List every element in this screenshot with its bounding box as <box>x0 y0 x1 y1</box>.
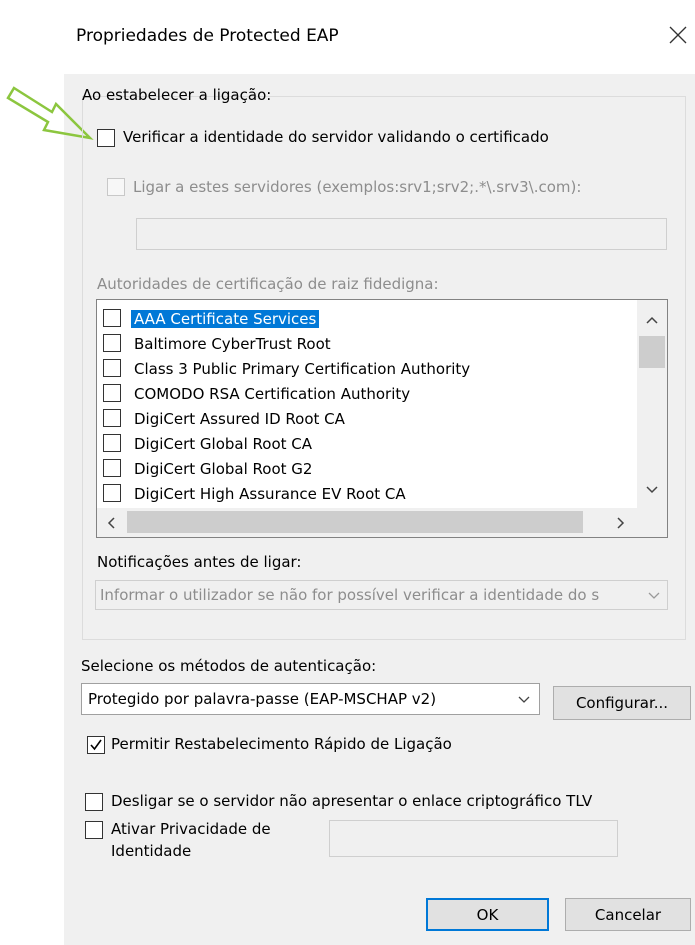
window-title: Propriedades de Protected EAP <box>76 26 339 46</box>
fast-reconnect-checkbox[interactable] <box>87 736 105 754</box>
list-item-label: AAA Certificate Services <box>131 310 320 328</box>
chevron-down-icon <box>518 696 530 703</box>
auth-methods-label: Selecione os métodos de autenticação: <box>81 657 377 675</box>
identity-privacy-label-line2: Identidade <box>111 842 192 860</box>
scroll-right-icon[interactable] <box>617 517 625 529</box>
list-item[interactable]: COMODO RSA Certification Authority <box>103 381 633 406</box>
verify-identity-label: Verificar a identidade do servidor valid… <box>123 128 549 146</box>
notifications-label: Notificações antes de ligar: <box>97 553 302 571</box>
scroll-left-icon[interactable] <box>107 517 115 529</box>
list-item-label: COMODO RSA Certification Authority <box>134 385 411 403</box>
verify-identity-checkbox[interactable] <box>97 129 115 147</box>
horizontal-scroll-thumb[interactable] <box>127 511 583 533</box>
list-item-label: DigiCert Global Root G2 <box>134 460 313 478</box>
list-item[interactable]: DigiCert Global Root CA <box>103 431 633 456</box>
checkmark-icon <box>90 739 102 751</box>
list-item[interactable]: DigiCert Assured ID Root CA <box>103 406 633 431</box>
fast-reconnect-label: Permitir Restabelecimento Rápido de Liga… <box>111 735 452 753</box>
servers-input[interactable] <box>136 218 667 250</box>
close-icon <box>669 26 687 44</box>
identity-privacy-input[interactable] <box>329 820 618 857</box>
list-item-checkbox[interactable] <box>103 334 121 352</box>
list-item-checkbox[interactable] <box>103 309 121 327</box>
connect-servers-label: Ligar a estes servidores (exemplos:srv1;… <box>133 178 582 196</box>
list-item[interactable]: Class 3 Public Primary Certification Aut… <box>103 356 633 381</box>
list-item-label: DigiCert Assured ID Root CA <box>134 410 345 428</box>
list-item-label: DigiCert Global Root CA <box>134 435 313 453</box>
list-item-label: Class 3 Public Primary Certification Aut… <box>134 360 471 378</box>
trusted-ca-label: Autoridades de certificação de raiz fide… <box>97 275 439 293</box>
identity-privacy-label-line1: Ativar Privacidade de <box>111 820 271 838</box>
close-button[interactable] <box>661 18 693 50</box>
disconnect-tlv-checkbox[interactable] <box>85 793 103 811</box>
horizontal-scrollbar[interactable] <box>97 508 667 537</box>
scroll-down-icon[interactable] <box>646 486 658 494</box>
list-item[interactable]: DigiCert Global Root G2 <box>103 456 633 481</box>
connect-servers-checkbox[interactable] <box>107 178 125 196</box>
connect-heading: Ao estabelecer a ligação: <box>82 86 272 104</box>
list-item-checkbox[interactable] <box>103 459 121 477</box>
auth-method-dropdown[interactable]: Protegido por palavra-passe (EAP-MSCHAP … <box>81 683 540 715</box>
list-item-label: DigiCert High Assurance EV Root CA <box>134 485 406 503</box>
trusted-ca-list[interactable]: AAA Certificate Services Baltimore Cyber… <box>96 299 668 538</box>
list-item-checkbox[interactable] <box>103 384 121 402</box>
scroll-up-icon[interactable] <box>646 316 658 324</box>
vertical-scroll-thumb[interactable] <box>639 336 665 368</box>
list-item[interactable]: DigiCert High Assurance EV Root CA <box>103 481 633 506</box>
vertical-scrollbar[interactable] <box>637 300 667 508</box>
notifications-dropdown[interactable]: Informar o utilizador se não for possíve… <box>95 580 668 610</box>
ok-button[interactable]: OK <box>426 898 549 931</box>
identity-privacy-checkbox[interactable] <box>85 821 103 839</box>
list-item-checkbox[interactable] <box>103 359 121 377</box>
list-item-label: Baltimore CyberTrust Root <box>134 335 331 353</box>
list-item[interactable]: AAA Certificate Services <box>103 306 633 331</box>
configure-button[interactable]: Configurar... <box>553 686 691 720</box>
auth-method-value: Protegido por palavra-passe (EAP-MSCHAP … <box>88 690 437 708</box>
list-item-checkbox[interactable] <box>103 409 121 427</box>
annotation-arrow-icon <box>6 86 94 140</box>
disconnect-tlv-label: Desligar se o servidor não apresentar o … <box>111 792 593 810</box>
list-item-checkbox[interactable] <box>103 434 121 452</box>
cancel-button[interactable]: Cancelar <box>565 898 691 931</box>
list-item-checkbox[interactable] <box>103 484 121 502</box>
chevron-down-icon <box>648 592 660 599</box>
notifications-value: Informar o utilizador se não for possíve… <box>100 586 600 604</box>
list-item[interactable]: Baltimore CyberTrust Root <box>103 331 633 356</box>
